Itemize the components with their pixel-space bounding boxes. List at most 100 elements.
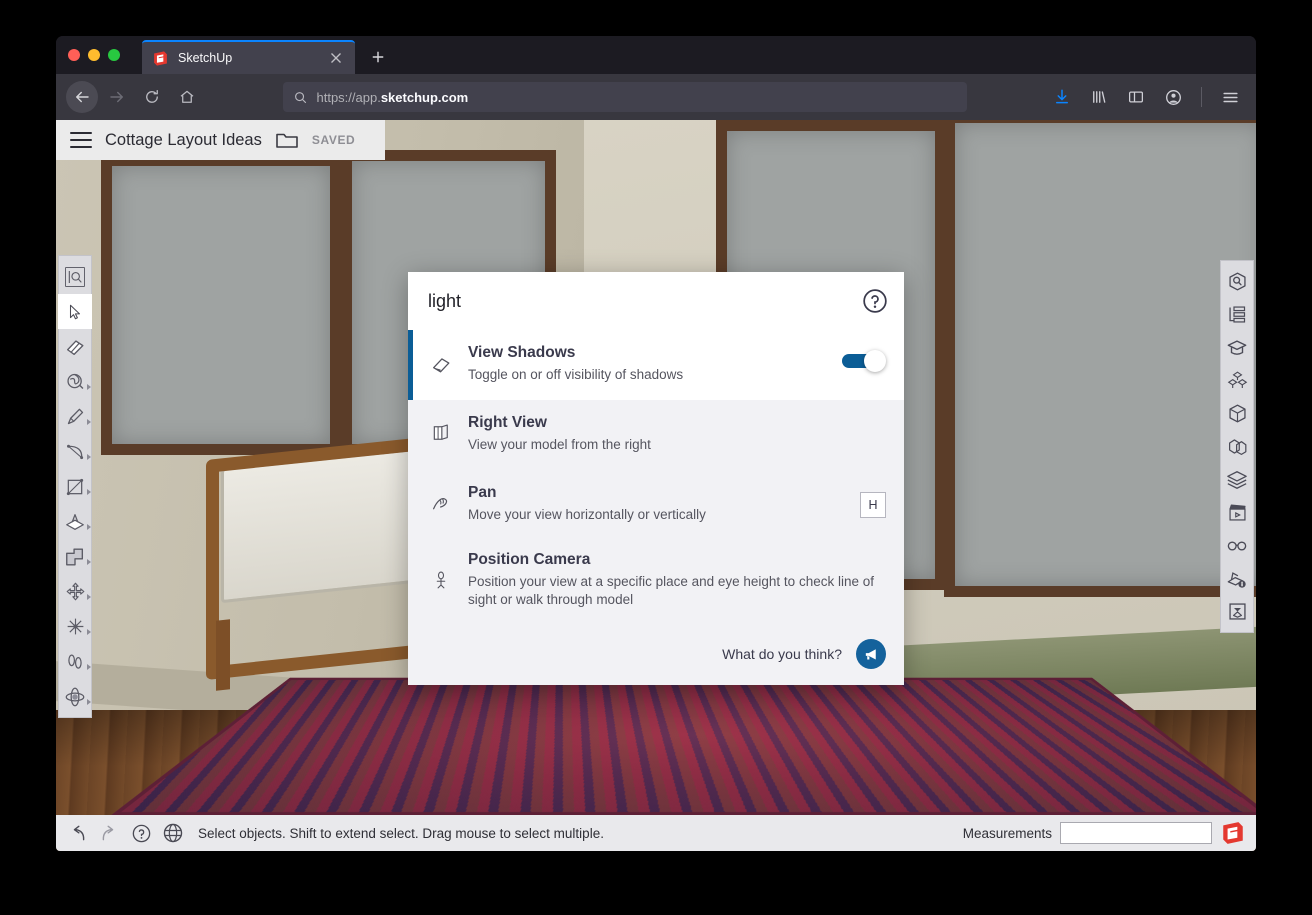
components-cubes-icon: [1227, 370, 1248, 391]
url-domain: sketchup.com: [381, 90, 468, 105]
hamburger-menu-icon[interactable]: [70, 132, 92, 148]
account-button[interactable]: [1157, 81, 1189, 113]
forward-button[interactable]: [101, 81, 133, 113]
undo-arrow-icon: [67, 823, 88, 844]
search-result-pan[interactable]: Pan Move your view horizontally or verti…: [408, 470, 904, 540]
search-result-position-camera[interactable]: Position Camera Position your view at a …: [408, 541, 904, 627]
sidebar-icon: [1127, 88, 1145, 106]
library-button[interactable]: [1083, 81, 1115, 113]
status-badge: SAVED: [312, 133, 355, 147]
globe-button[interactable]: [162, 822, 184, 844]
paint-tool[interactable]: [58, 364, 92, 399]
arc-icon: [65, 441, 86, 462]
tab-title: SketchUp: [178, 51, 318, 65]
flyout-caret: [87, 384, 91, 390]
pan-hand-icon: [430, 484, 452, 514]
search-result-right-view[interactable]: Right View View your model from the righ…: [408, 400, 904, 470]
sidebar-button[interactable]: [1120, 81, 1152, 113]
url-input[interactable]: https://app.sketchup.com: [283, 82, 967, 112]
result-body: Position Camera Position your view at a …: [468, 551, 886, 609]
close-window-button[interactable]: [68, 49, 80, 61]
status-bar: Select objects. Shift to extend select. …: [56, 815, 1256, 851]
question-circle-icon[interactable]: [862, 288, 888, 314]
push-pull-icon: [64, 511, 86, 533]
redo-button[interactable]: [98, 822, 120, 844]
offset-icon: [64, 546, 86, 568]
measurements-input[interactable]: [1060, 822, 1212, 844]
styles-panel-button[interactable]: [1220, 529, 1254, 562]
folder-icon[interactable]: [275, 130, 299, 150]
arc-tool[interactable]: [58, 434, 92, 469]
rectangle-tool[interactable]: [58, 469, 92, 504]
browser-nav-toolbar: https://app.sketchup.com: [56, 74, 1256, 120]
components-panel-button[interactable]: [1220, 364, 1254, 397]
reload-button[interactable]: [136, 81, 168, 113]
graduation-cap-icon: [1226, 337, 1248, 359]
undo-button[interactable]: [66, 822, 88, 844]
megaphone-icon: [863, 646, 880, 663]
minimize-window-button[interactable]: [88, 49, 100, 61]
question-circle-icon: [131, 823, 152, 844]
eraser-tool[interactable]: [58, 329, 92, 364]
flyout-caret: [87, 489, 91, 495]
help-button[interactable]: [130, 822, 152, 844]
close-icon[interactable]: [327, 49, 345, 67]
home-button[interactable]: [171, 81, 203, 113]
flyout-caret: [87, 664, 91, 670]
clapperboard-icon: [1227, 502, 1248, 523]
search-panel-button[interactable]: [1220, 265, 1254, 298]
paint-bucket-icon: [65, 371, 86, 392]
browser-tab-sketchup[interactable]: SketchUp: [142, 40, 355, 74]
search-field[interactable]: light: [408, 272, 904, 330]
downloads-icon: [1053, 88, 1071, 106]
result-title: Right View: [468, 414, 886, 432]
modal-footer: What do you think?: [408, 627, 904, 685]
home-icon: [178, 88, 196, 106]
outliner-panel-button[interactable]: [1220, 298, 1254, 331]
pencil-icon: [65, 406, 86, 427]
result-body: Pan Move your view horizontally or verti…: [468, 484, 844, 524]
materials-panel-button[interactable]: [1220, 397, 1254, 430]
geometry-panel-button[interactable]: [1220, 430, 1254, 463]
layers-panel-button[interactable]: [1220, 463, 1254, 496]
maximize-window-button[interactable]: [108, 49, 120, 61]
app-menu-button[interactable]: [1214, 81, 1246, 113]
result-body: Right View View your model from the righ…: [468, 414, 886, 454]
page-title: Cottage Layout Ideas: [105, 131, 262, 150]
result-title: Pan: [468, 484, 844, 502]
search-tool[interactable]: [58, 259, 92, 294]
scale-tool[interactable]: [58, 609, 92, 644]
sketchup-logo-icon[interactable]: [1220, 820, 1246, 846]
shortcut-badge: H: [860, 492, 886, 518]
entity-info-panel-button[interactable]: [1220, 595, 1254, 628]
sofa-leg-left: [216, 619, 230, 690]
move-tool[interactable]: [58, 574, 92, 609]
offset-tool[interactable]: [58, 539, 92, 574]
result-description: View your model from the right: [468, 436, 886, 454]
search-result-view-shadows[interactable]: View Shadows Toggle on or off visibility…: [408, 330, 904, 400]
scale-star-icon: [65, 616, 86, 637]
walk-tool[interactable]: [58, 644, 92, 679]
orbit-tool[interactable]: [58, 679, 92, 714]
window-left: [101, 155, 341, 455]
url-text: https://app.sketchup.com: [317, 90, 469, 105]
line-tool[interactable]: [58, 399, 92, 434]
result-description: Move your view horizontally or verticall…: [468, 506, 844, 524]
view-shadows-toggle[interactable]: [842, 350, 886, 372]
truck-info-icon: [1226, 568, 1248, 590]
urlbar-container: https://app.sketchup.com: [206, 82, 1043, 112]
flyout-caret: [87, 559, 91, 565]
select-tool[interactable]: [58, 294, 92, 329]
back-button[interactable]: [66, 81, 98, 113]
shadows-panel-button[interactable]: [1220, 562, 1254, 595]
new-tab-button[interactable]: [363, 42, 393, 72]
instructor-panel-button[interactable]: [1220, 331, 1254, 364]
scenes-panel-button[interactable]: [1220, 496, 1254, 529]
pushpull-tool[interactable]: [58, 504, 92, 539]
geometry-blocks-icon: [1227, 436, 1248, 457]
feedback-button[interactable]: [856, 639, 886, 669]
downloads-button[interactable]: [1046, 81, 1078, 113]
toolbar-divider: [1201, 87, 1202, 107]
cube-search-icon: [1227, 271, 1248, 292]
search-input-value[interactable]: light: [428, 291, 852, 312]
